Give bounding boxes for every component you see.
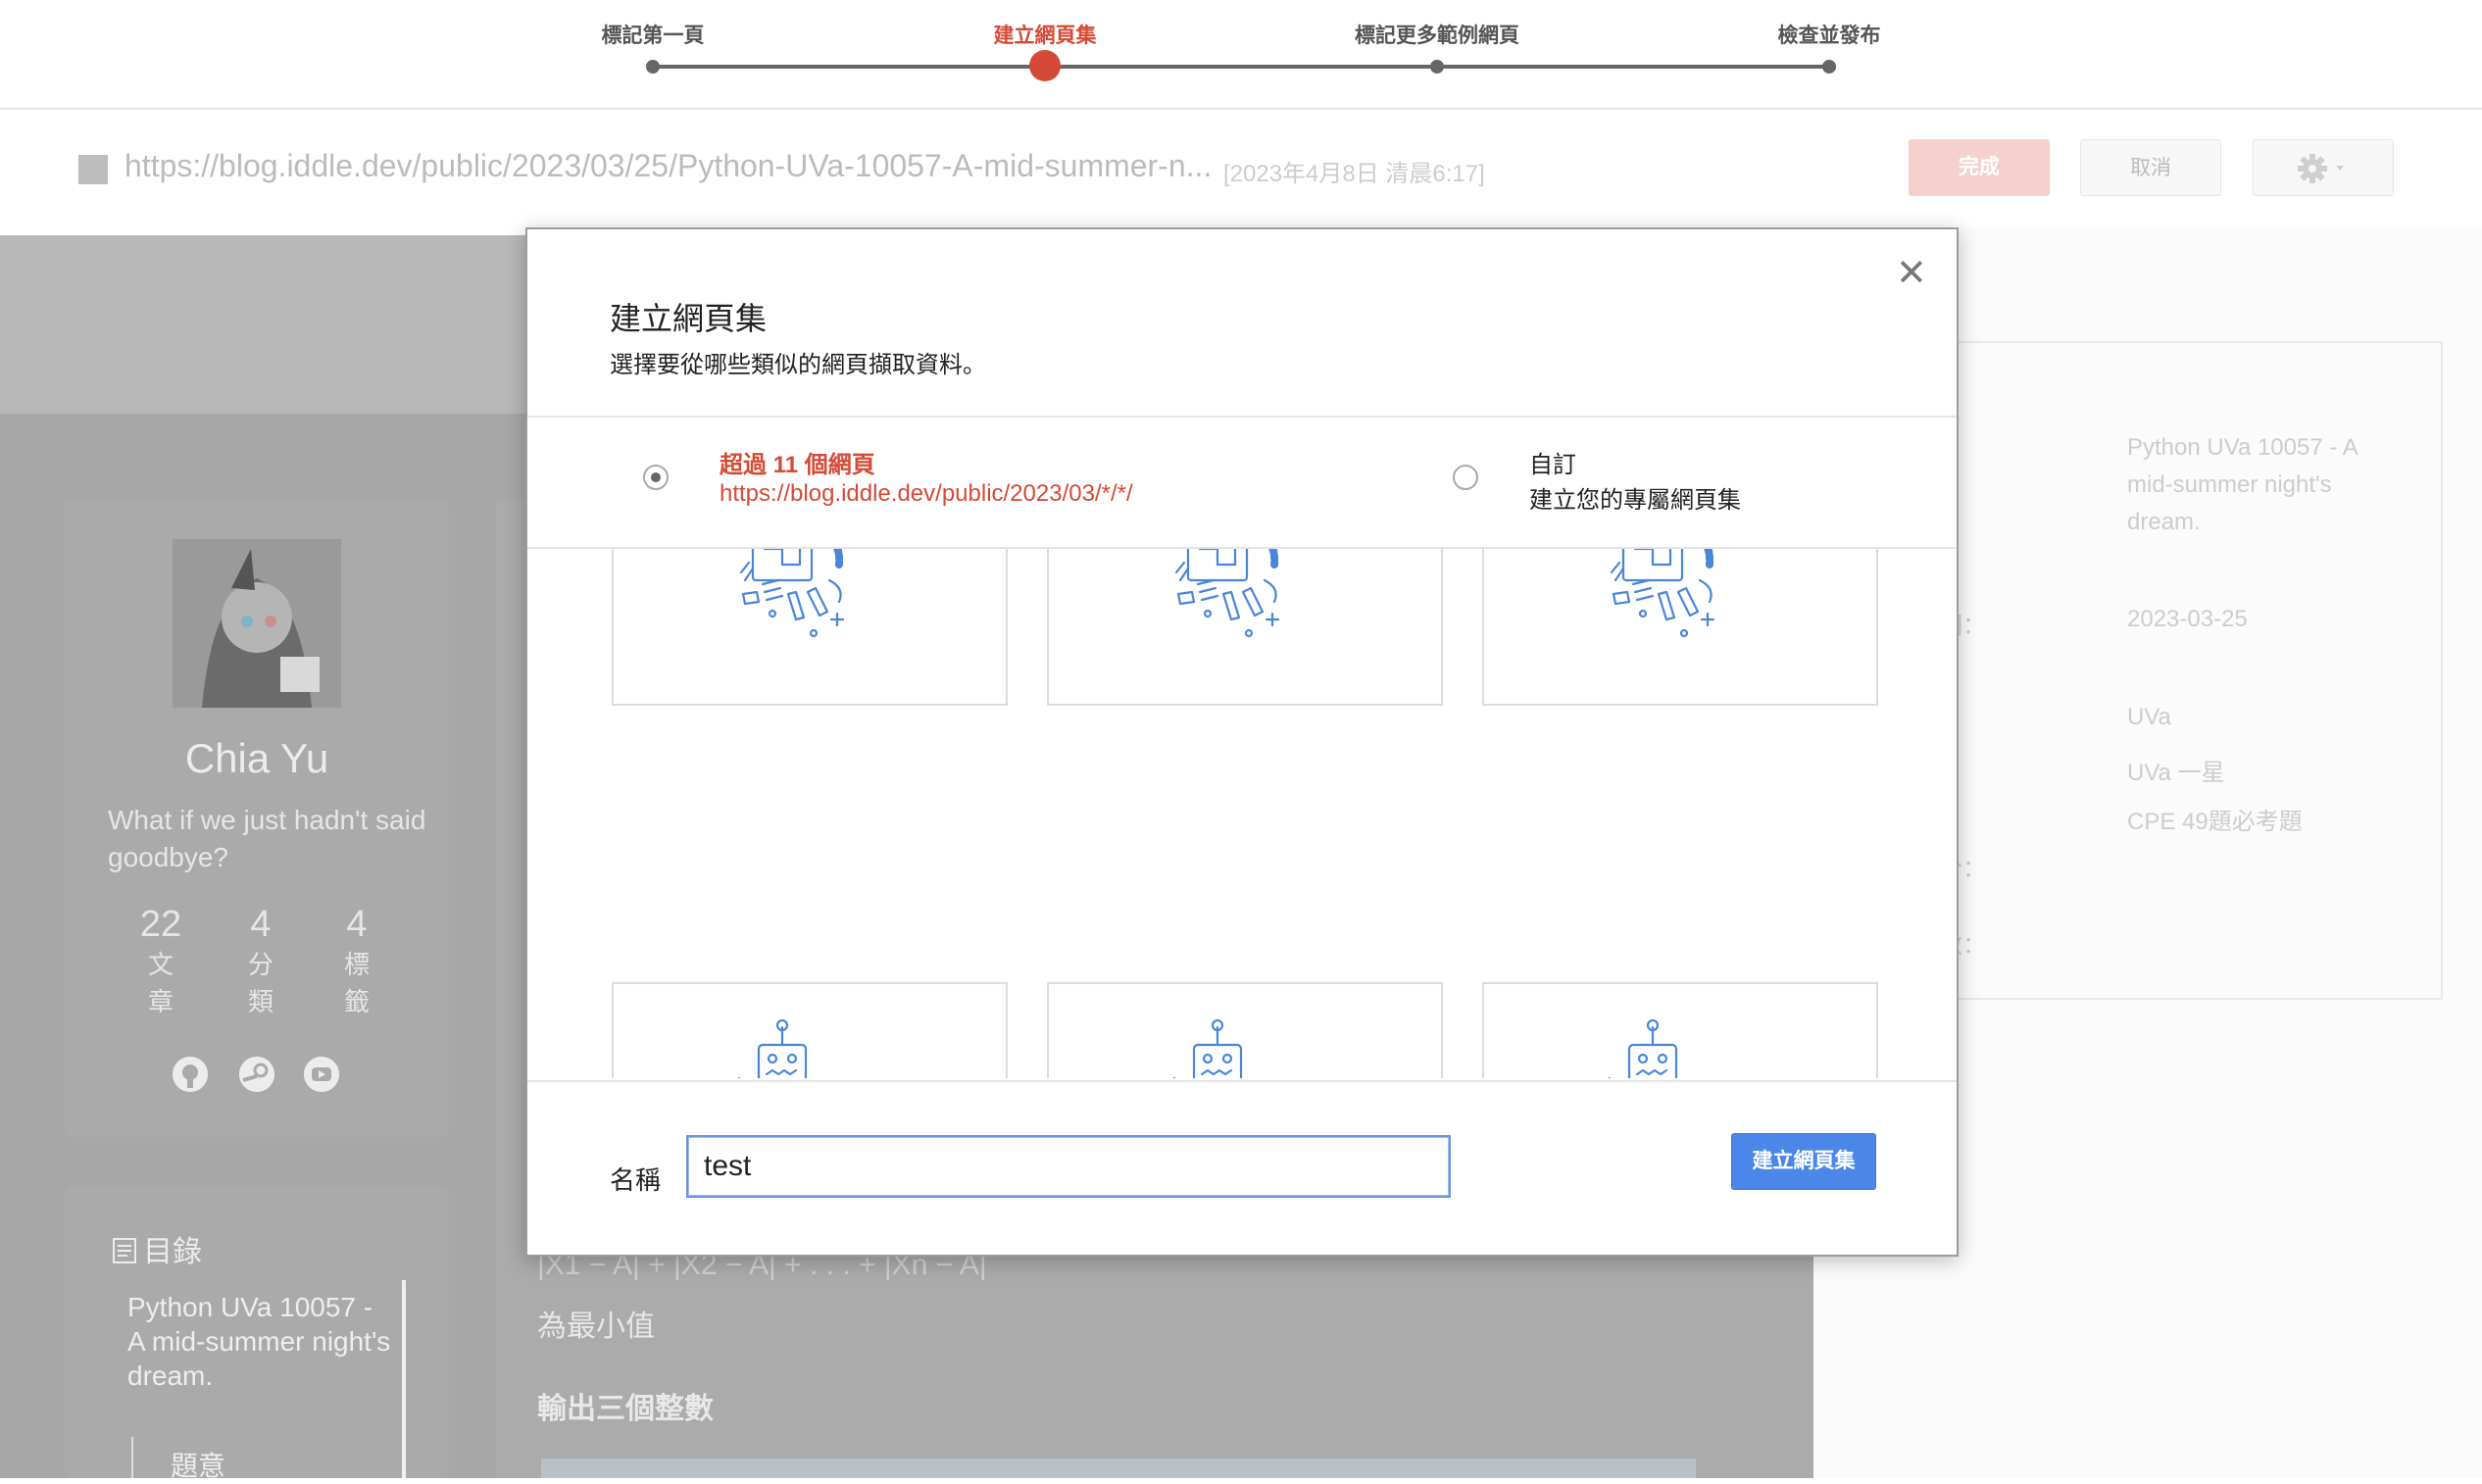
- create-pageset-dialog: ✕ 建立網頁集 選擇要從哪些類似的網頁擷取資料。 超過 11 個網頁 https…: [525, 227, 1959, 1257]
- stat-number: 22: [139, 904, 182, 945]
- option-custom-title[interactable]: 自訂: [1529, 445, 1576, 479]
- avatar-illustration: [173, 539, 341, 708]
- post-info-tag: UVa 一星: [2127, 760, 2225, 786]
- post-info-tag: CPE 49題必考題: [2127, 809, 2303, 835]
- stat-label: 文章: [147, 950, 174, 1016]
- step-dot: [1822, 60, 1836, 74]
- step-dot-active: [1029, 50, 1061, 81]
- post-code-block: [541, 1459, 1696, 1478]
- robot-loading-icon: [737, 1019, 808, 1078]
- page-url: https://blog.iddle.dev/public/2023/03/25…: [124, 148, 1213, 183]
- step-review-publish: 檢查並發布: [1682, 0, 1976, 74]
- close-icon[interactable]: ✕: [1896, 255, 1927, 292]
- robot-loading-icon: [1608, 1019, 1678, 1078]
- dialog-title: 建立網頁集: [610, 301, 768, 336]
- stat-label: 標籤: [343, 950, 370, 1016]
- page-preview-tile[interactable]: [1482, 982, 1878, 1078]
- settings-button[interactable]: [2253, 139, 2394, 196]
- robot-loading-icon: [1172, 1019, 1243, 1078]
- robot-loading-icon: [1610, 549, 1715, 638]
- option-matching-pages-title[interactable]: 超過 11 個網頁: [720, 445, 875, 479]
- step-label: 標記第一頁: [601, 25, 705, 47]
- step-mark-more-examples: 標記更多範例網頁: [1290, 0, 1584, 74]
- option-matching-pages-url: https://blog.iddle.dev/public/2023/03/*/…: [720, 480, 1133, 507]
- page-timestamp: [2023年4月8日 清晨6:17]: [1223, 161, 1485, 187]
- dialog-footer: 名稱 建立網頁集: [527, 1080, 1957, 1255]
- stat-tags[interactable]: 4 標籤: [327, 904, 386, 1020]
- profile-name: Chia Yu: [184, 735, 329, 781]
- page-preview-tile[interactable]: [1047, 549, 1443, 706]
- stat-posts[interactable]: 22 文章: [131, 904, 190, 1020]
- robot-loading-icon: [1174, 549, 1280, 638]
- toc-subitem[interactable]: 題意: [171, 1445, 225, 1484]
- toc-sub-divider: [131, 1437, 133, 1478]
- avatar: [173, 539, 341, 708]
- toc-title-text: 目錄: [143, 1236, 202, 1268]
- page-preview-tile[interactable]: [1047, 982, 1443, 1078]
- step-label: 檢查並發布: [1777, 25, 1881, 47]
- stat-label: 分類: [247, 950, 273, 1016]
- page-preview-tile[interactable]: [1482, 549, 1878, 706]
- stat-number: 4: [346, 904, 368, 945]
- profile-motto: What if we just hadn't said goodbye?: [108, 805, 426, 872]
- done-button[interactable]: 完成: [1909, 139, 2050, 196]
- toc-divider: [402, 1280, 406, 1478]
- step-label: 標記更多範例網頁: [1355, 25, 1519, 47]
- list-icon: [113, 1238, 136, 1263]
- post-info-date: 2023-03-25: [2127, 606, 2248, 632]
- option-custom-radio[interactable]: [1453, 465, 1478, 490]
- page-favicon-icon: [78, 155, 108, 184]
- option-custom-subtitle: 建立您的專屬網頁集: [1529, 487, 1741, 514]
- dialog-subtitle: 選擇要從哪些類似的網頁擷取資料。: [610, 352, 986, 378]
- post-info-tag: UVa: [2127, 704, 2171, 730]
- create-pageset-button[interactable]: 建立網頁集: [1731, 1133, 1876, 1190]
- robot-loading-icon: [739, 549, 845, 638]
- name-label: 名稱: [610, 1165, 662, 1195]
- steam-icon[interactable]: [239, 1057, 274, 1092]
- post-info-title: Python UVa 10057 - A mid-summer night's …: [2127, 434, 2358, 535]
- github-icon[interactable]: [173, 1057, 208, 1092]
- gear-icon: [2298, 154, 2344, 183]
- page-preview-grid[interactable]: [527, 549, 1957, 1078]
- stat-number: 4: [250, 904, 272, 945]
- cancel-button[interactable]: 取消: [2080, 139, 2221, 196]
- stepper-track-completed: [653, 65, 1045, 69]
- post-heading: 輸出三個整數: [537, 1393, 714, 1425]
- stat-categories[interactable]: 4 分類: [231, 904, 290, 1020]
- step-create-pageset: 建立網頁集: [898, 0, 1192, 81]
- toc-title: 目錄: [112, 1227, 202, 1270]
- toc-item[interactable]: Python UVa 10057 - A mid-summer night's …: [127, 1290, 392, 1393]
- step-dot: [646, 60, 660, 74]
- page-preview-tile[interactable]: [612, 982, 1008, 1078]
- post-text: 為最小值: [537, 1311, 655, 1343]
- pageset-name-input[interactable]: [686, 1135, 1451, 1198]
- option-matching-pages-radio[interactable]: [643, 465, 669, 490]
- youtube-icon[interactable]: [304, 1057, 339, 1092]
- step-mark-first-page: 標記第一頁: [506, 0, 800, 74]
- pageset-options: 超過 11 個網頁 https://blog.iddle.dev/public/…: [527, 416, 1957, 549]
- page-preview-tile[interactable]: [612, 549, 1008, 706]
- step-dot: [1430, 60, 1444, 74]
- step-label: 建立網頁集: [993, 25, 1097, 47]
- progress-stepper: 標記第一頁 建立網頁集 標記更多範例網頁 檢查並發布: [0, 0, 2482, 110]
